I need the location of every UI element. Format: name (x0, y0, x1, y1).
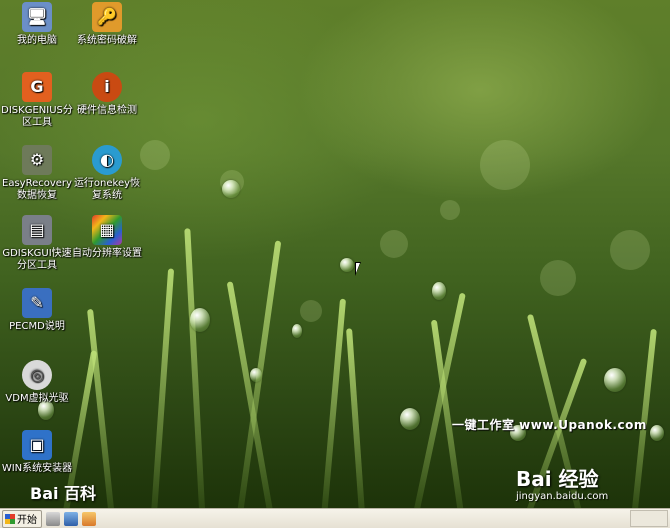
grass-blade (320, 298, 347, 508)
info-icon: i (92, 72, 122, 102)
bokeh-light (300, 300, 322, 322)
windows-logo-icon (5, 513, 15, 524)
desktop-icon-label: 系统密码破解 (77, 35, 137, 46)
start-button-label: 开始 (17, 515, 37, 526)
desktop-icon-resolution[interactable]: ▦ 自动分辨率设置 (70, 215, 144, 260)
desktop-icon-pecmd[interactable]: ✎ PECMD说明 (0, 288, 74, 333)
desktop-icon-label: EasyRecovery数据恢复 (2, 178, 72, 201)
resolution-icon: ▦ (92, 215, 122, 245)
key-icon: 🔑 (92, 2, 122, 32)
desktop-icon-label: VDM虚拟光驱 (5, 393, 69, 404)
cd-icon: ◎ (22, 360, 52, 390)
desktop-icon-label: 运行onekey恢复系统 (73, 178, 141, 201)
onekey-icon: ◐ (92, 145, 122, 175)
water-drop (250, 368, 262, 382)
desktop-icon-diskgenius[interactable]: G DISKGENIUS分区工具 (0, 72, 74, 129)
desktop-icon-my-computer[interactable]: 🖥 我的电脑 (0, 2, 74, 47)
desktop-icon-password-crack[interactable]: 🔑 系统密码破解 (70, 2, 144, 47)
water-drop (190, 308, 210, 332)
bokeh-light (540, 260, 576, 296)
desktop-icon-label: 自动分辨率设置 (72, 248, 142, 259)
grass-blade (184, 228, 206, 508)
baidu-jingyan-watermark: Bai 经验 (516, 467, 599, 491)
computer-icon: 🖥 (22, 2, 52, 32)
grass-blade (87, 308, 116, 508)
recovery-icon: ⚙ (22, 145, 52, 175)
partition-icon: ▤ (22, 215, 52, 245)
desktop-icon-win-installer[interactable]: ▣ WIN系统安装器 (0, 430, 74, 475)
water-drop (604, 368, 626, 392)
bokeh-light (140, 140, 170, 170)
bokeh-light (440, 200, 460, 220)
grass-blade (150, 268, 175, 508)
help-doc-icon: ✎ (22, 288, 52, 318)
explorer-icon[interactable] (64, 511, 78, 526)
start-button[interactable]: 开始 (2, 509, 42, 528)
desktop-icon-label: 硬件信息检测 (77, 105, 137, 116)
grass-blade (346, 328, 366, 508)
desktop-icon-label: WIN系统安装器 (1, 463, 73, 474)
baidu-baike-watermark: Bai 百科 (30, 484, 97, 503)
desktop-icon-onekey[interactable]: ◐ 运行onekey恢复系统 (70, 145, 144, 202)
bokeh-light (380, 230, 408, 258)
bokeh-light (480, 140, 530, 190)
system-tray (630, 510, 668, 527)
desktop-icon-easyrecovery[interactable]: ⚙ EasyRecovery数据恢复 (0, 145, 74, 202)
desktop-icon-gdiskgui[interactable]: ▤ GDISKGUI快速分区工具 (0, 215, 74, 272)
water-drop (292, 324, 302, 338)
water-drop (650, 425, 664, 441)
mouse-cursor-icon (355, 262, 361, 276)
desktop-icon-vdm[interactable]: ◎ VDM虚拟光驱 (0, 360, 74, 405)
installer-icon: ▣ (22, 430, 52, 460)
desktop-icon-label: PECMD说明 (9, 321, 65, 332)
diskgenius-icon: G (22, 72, 52, 102)
bokeh-light (610, 230, 650, 270)
water-drop (432, 282, 446, 300)
taskbar: 开始 (0, 508, 670, 528)
desktop-icon-label: 我的电脑 (17, 35, 57, 46)
desktop-background: 🖥 我的电脑 🔑 系统密码破解 G DISKGENIUS分区工具 i 硬件信息检… (0, 0, 670, 508)
water-drop (222, 180, 240, 198)
water-drop (400, 408, 420, 430)
desktop-icon-label: DISKGENIUS分区工具 (1, 105, 73, 128)
site-watermark: 一键工作室 www.Upanok.com (452, 418, 647, 432)
folder-icon[interactable] (82, 511, 96, 526)
drive-icon[interactable] (46, 511, 60, 526)
desktop-icon-label: GDISKGUI快速分区工具 (2, 248, 72, 271)
desktop-icon-hardware-info[interactable]: i 硬件信息检测 (70, 72, 144, 117)
water-drop (340, 258, 354, 272)
baidu-jingyan-url: jingyan.baidu.com (516, 491, 609, 502)
